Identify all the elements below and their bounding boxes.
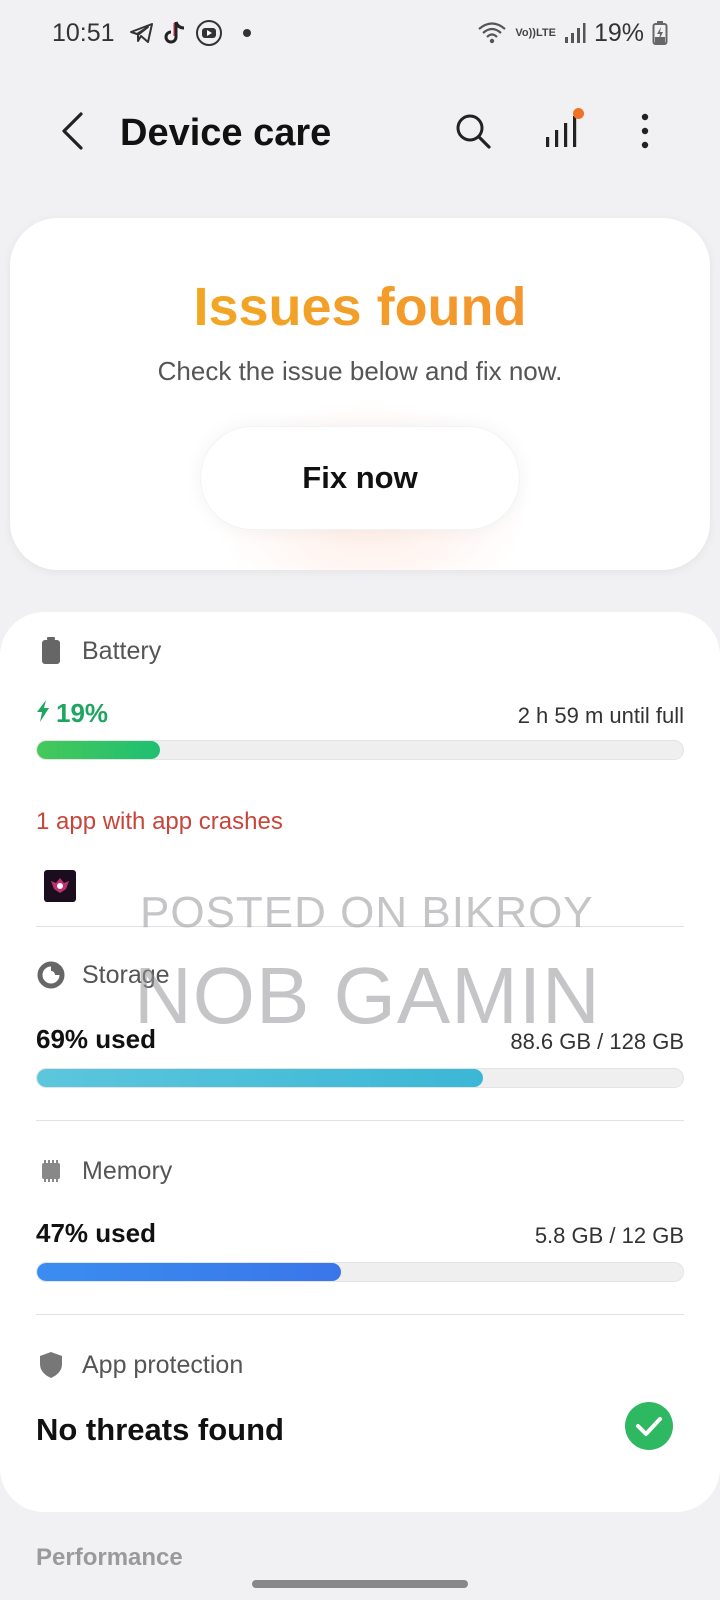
memory-bar-fill <box>37 1263 341 1281</box>
watermark-line-2: NOB GAMIN <box>134 951 601 1040</box>
telegram-icon <box>129 21 155 45</box>
home-indicator[interactable] <box>252 1580 468 1588</box>
memory-row[interactable]: 47% used 5.8 GB / 12 GB <box>36 1218 684 1249</box>
dot-icon <box>242 29 251 37</box>
app-protection-status: No threats found <box>36 1412 284 1447</box>
memory-detail: 5.8 GB / 12 GB <box>534 1223 684 1248</box>
youtube-icon <box>195 19 223 47</box>
back-button[interactable] <box>50 108 94 158</box>
battery-header[interactable]: Battery <box>36 636 161 666</box>
storage-pie-icon <box>36 960 66 990</box>
signal-bars-icon <box>543 113 579 154</box>
tiktok-icon <box>163 20 187 46</box>
diagnostics-button[interactable] <box>536 108 586 158</box>
battery-value: 19% <box>56 698 109 728</box>
shield-icon <box>36 1350 66 1380</box>
battery-charging-icon <box>652 20 668 46</box>
memory-header[interactable]: Memory <box>36 1156 172 1186</box>
app-protection-label: App protection <box>82 1350 244 1379</box>
search-icon <box>454 112 492 155</box>
battery-detail: 2 h 59 m until full <box>517 703 684 728</box>
battery-value-wrap: 19% <box>36 698 108 729</box>
memory-value: 47% used <box>36 1218 156 1248</box>
wifi-icon <box>477 20 507 46</box>
storage-bar-fill <box>37 1069 483 1087</box>
back-icon <box>59 111 85 156</box>
app-protection-header[interactable]: App protection <box>36 1350 243 1380</box>
check-icon <box>625 1402 673 1450</box>
memory-label: Memory <box>82 1156 173 1185</box>
battery-icon <box>36 636 66 666</box>
divider <box>36 1120 684 1121</box>
storage-bar <box>36 1068 684 1088</box>
fix-now-button[interactable]: Fix now <box>200 426 520 530</box>
status-subtitle: Check the issue below and fix now. <box>157 356 563 386</box>
more-icon <box>640 113 650 154</box>
battery-label: Battery <box>82 636 162 665</box>
more-options-button[interactable] <box>620 108 670 158</box>
status-card: Issues found Check the issue below and f… <box>10 218 710 570</box>
divider <box>36 1314 684 1315</box>
notification-dot <box>573 108 584 119</box>
signal-icon <box>564 22 586 44</box>
charging-bolt-icon <box>36 698 50 729</box>
status-title: Issues found <box>10 276 710 338</box>
battery-row[interactable]: 19% 2 h 59 m until full <box>36 698 684 729</box>
battery-bar-fill <box>37 741 160 759</box>
battery-bar <box>36 740 684 760</box>
watermark-line-1: POSTED ON BIKROY <box>140 888 594 937</box>
volte-icon: Vo)) LTE <box>515 27 556 39</box>
memory-bar <box>36 1262 684 1282</box>
app-crash-warning[interactable]: 1 app with app crashes <box>36 808 283 836</box>
performance-label[interactable]: Performance <box>36 1544 183 1572</box>
search-button[interactable] <box>448 108 498 158</box>
status-battery-percent: 19% <box>593 18 644 47</box>
crashed-app-icon[interactable] <box>44 870 76 902</box>
status-time: 10:51 <box>52 18 115 47</box>
app-bar: Device care <box>0 88 720 178</box>
status-bar: 10:51 Vo)) LTE 19% <box>0 0 720 66</box>
device-care-list: Battery 19% 2 h 59 m until full 1 app wi… <box>0 612 720 1512</box>
memory-chip-icon <box>36 1156 66 1186</box>
page-title: Device care <box>120 112 332 154</box>
